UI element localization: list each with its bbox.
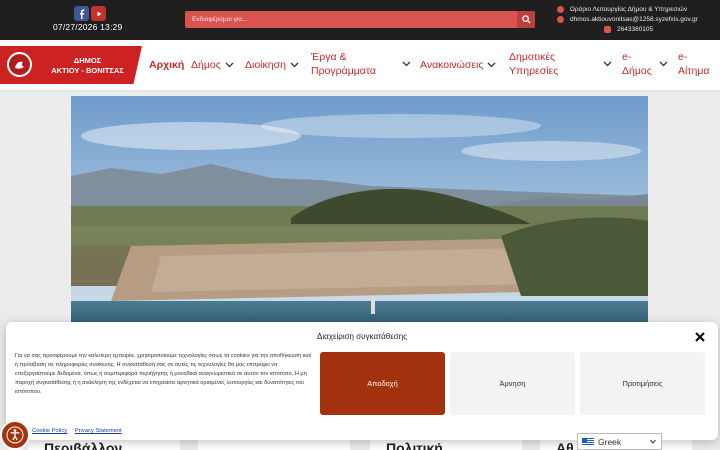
site-logo[interactable]: ΔΗΜΟΣ ΑΚΤΙΟΥ - ΒΟΝΙΤΣΑΣ [0, 46, 142, 84]
chevron-down-icon [290, 62, 299, 68]
logo-text: ΔΗΜΟΣ ΑΚΤΙΟΥ - ΒΟΝΙΤΣΑΣ [51, 56, 124, 75]
email-link[interactable]: dhmos.aktiouvonitsas@1258.syzefxis.gov.g… [557, 16, 698, 23]
dialog-title: Διαχείριση συγκατάθεσης [317, 332, 407, 341]
consent-description: Για να σας προσφέρουμε την καλύτερη εμπε… [15, 353, 312, 395]
top-bar: 07/27/2026 13:29 Ωράριο Λειτουργίας Δήμο… [0, 0, 720, 40]
facebook-icon[interactable] [74, 6, 89, 21]
youtube-icon[interactable] [91, 6, 106, 21]
phone-icon [604, 26, 611, 33]
chevron-down-icon [225, 62, 234, 68]
email-icon [557, 16, 564, 23]
accessibility-button[interactable] [0, 420, 30, 450]
current-datetime: 07/27/2026 13:29 [53, 22, 123, 32]
nav-home[interactable]: Αρχική [149, 58, 184, 72]
chevron-down-icon [659, 61, 668, 67]
accept-button[interactable]: Αποδοχή [320, 352, 445, 415]
chevron-down-icon [650, 439, 656, 444]
opening-hours-link[interactable]: Ωράριο Λειτουργίας Δήμου & Υπηρεσιών [557, 6, 687, 13]
search-icon [521, 15, 531, 24]
language-selected: Greek [598, 436, 622, 447]
nav-ypiresies[interactable]: Δημοτικές Υπηρεσίες [509, 50, 558, 78]
municipality-emblem-icon [7, 52, 32, 77]
greek-flag-icon [582, 437, 594, 446]
cookie-policy-link[interactable]: Cookie Policy [32, 428, 67, 434]
phone-link[interactable]: 2643360105 [604, 26, 653, 33]
nav-dioikisi[interactable]: Διοίκηση [245, 58, 299, 72]
main-header: ΔΗΜΟΣ ΑΚΤΙΟΥ - ΒΟΝΙΤΣΑΣ Αρχική Δήμος Διο… [0, 40, 720, 90]
privacy-statement-link[interactable]: Privacy Statement [75, 428, 122, 434]
hero-image [71, 96, 648, 328]
opening-hours-text: Ωράριο Λειτουργίας Δήμου & Υπηρεσιών [570, 6, 688, 13]
search-input[interactable] [185, 11, 517, 28]
policy-links: Cookie Policy Privacy Statement [32, 428, 128, 434]
nav-e-aitima[interactable]: e- Αίτημα [678, 50, 709, 78]
nav-dimos[interactable]: Δήμος [191, 58, 234, 72]
search-button[interactable] [517, 11, 535, 28]
nav-e-dimos[interactable]: e- Δήμος [622, 50, 652, 78]
language-selector[interactable]: Greek [577, 433, 662, 450]
chevron-down-icon [487, 62, 496, 68]
search-bar [185, 11, 535, 28]
clock-icon [557, 6, 564, 13]
preferences-button[interactable]: Προτιμήσεις [580, 352, 705, 415]
chevron-down-icon [603, 61, 612, 67]
chevron-down-icon [402, 61, 411, 67]
nav-anakoinoseis[interactable]: Ανακοινώσεις [420, 58, 496, 72]
card-title-athl: Αθ [556, 440, 574, 450]
accessibility-icon [6, 426, 24, 444]
cookie-consent-dialog: Διαχείριση συγκατάθεσης Για να σας προσφ… [6, 322, 718, 440]
deny-button[interactable]: Άρνηση [450, 352, 575, 415]
phone-text: 2643360105 [617, 26, 654, 33]
nav-erga[interactable]: Έργα & Προγράμματα [311, 50, 376, 78]
card-title-environment: Περιβάλλον [44, 440, 123, 450]
email-text: dhmos.aktiouvonitsas@1258.syzefxis.gov.g… [570, 16, 698, 23]
close-icon[interactable] [694, 330, 706, 342]
card-title-policy: Πολιτική [386, 440, 443, 450]
